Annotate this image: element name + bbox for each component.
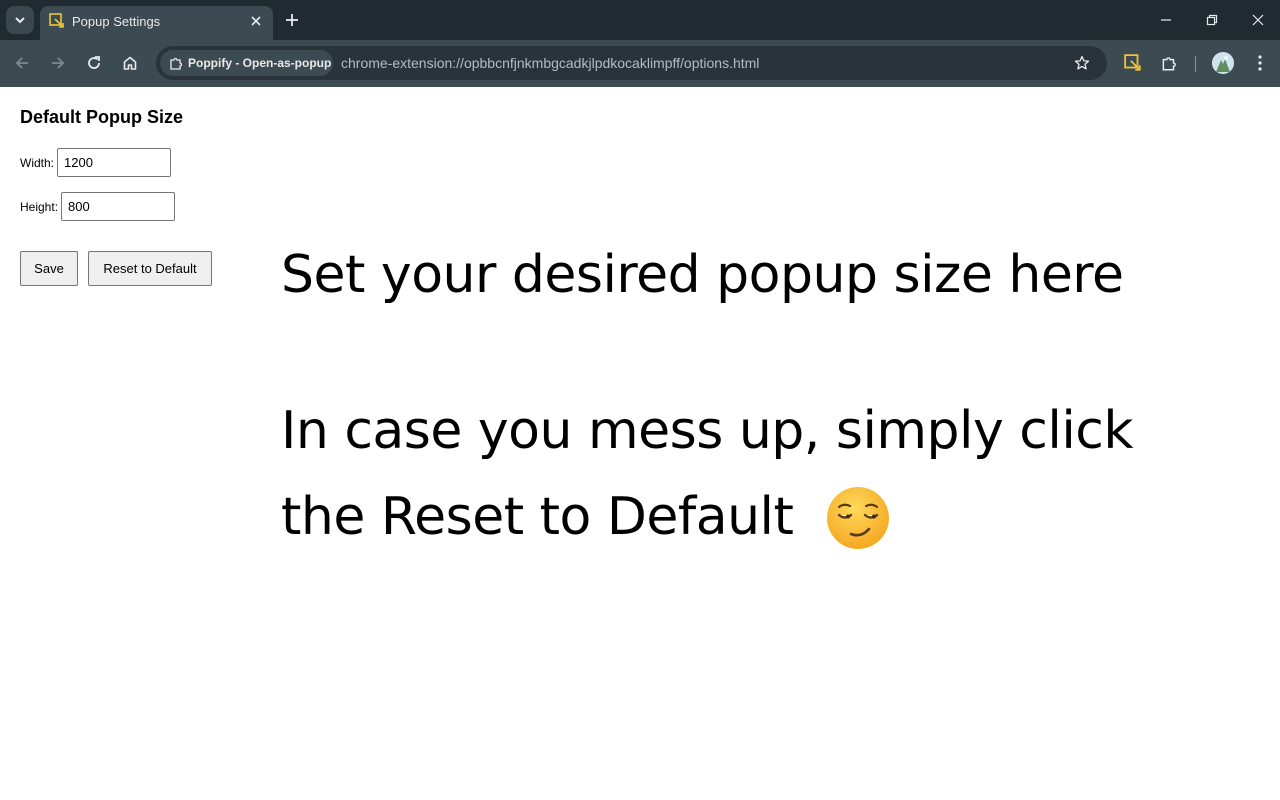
- page-title: Default Popup Size: [20, 107, 184, 127]
- width-input[interactable]: [57, 148, 172, 177]
- close-icon: [1252, 14, 1264, 26]
- forward-button[interactable]: [46, 51, 70, 75]
- poppify-extension-button[interactable]: [1121, 51, 1145, 75]
- reload-button[interactable]: [82, 51, 106, 75]
- url-text: chrome-extension://opbbcnfjnkmbgcadkjlpd…: [341, 55, 760, 71]
- puzzle-icon: [1162, 57, 1176, 71]
- reload-icon: [88, 56, 100, 69]
- height-row: Height:: [20, 192, 176, 221]
- save-button[interactable]: Save: [20, 251, 78, 286]
- tab-close-button[interactable]: [246, 11, 266, 31]
- home-button[interactable]: [118, 51, 142, 75]
- relieved-face-emoji-icon: [827, 487, 889, 549]
- minimize-button[interactable]: [1154, 8, 1178, 32]
- extension-chip[interactable]: Poppify - Open-as-popup: [160, 50, 333, 76]
- minimize-icon: [1161, 19, 1171, 21]
- plus-icon: [286, 14, 298, 26]
- bookmark-button[interactable]: [1070, 51, 1094, 75]
- extension-chip-label: Poppify - Open-as-popup: [188, 56, 332, 70]
- options-page: Default Popup Size Width: Height: Save R…: [0, 87, 1280, 800]
- window-close-button[interactable]: [1246, 8, 1270, 32]
- chevron-down-icon: [15, 17, 25, 24]
- height-label: Height:: [20, 199, 59, 214]
- active-tab[interactable]: Popup Settings: [40, 6, 273, 40]
- close-icon: [251, 16, 261, 26]
- instruction-line-3: the Reset to Default: [281, 487, 794, 547]
- reset-to-default-button[interactable]: Reset to Default: [88, 251, 212, 286]
- restore-button[interactable]: [1200, 8, 1224, 32]
- extension-favicon-icon: [49, 13, 64, 28]
- puzzle-icon: [170, 57, 183, 70]
- avatar-icon: [1212, 52, 1234, 74]
- browser-menu-button[interactable]: [1248, 51, 1272, 75]
- restore-icon: [1206, 14, 1218, 26]
- arrow-left-icon: [15, 57, 28, 69]
- tab-strip: Popup Settings: [0, 0, 1280, 40]
- star-icon: [1074, 55, 1090, 70]
- new-tab-button[interactable]: [280, 8, 304, 32]
- address-bar[interactable]: Poppify - Open-as-popup chrome-extension…: [156, 46, 1107, 80]
- profile-avatar[interactable]: [1212, 52, 1234, 74]
- toolbar-divider: [1195, 56, 1196, 72]
- arrow-right-icon: [52, 57, 65, 69]
- extensions-menu-button[interactable]: [1157, 51, 1181, 75]
- width-label: Width:: [20, 155, 55, 170]
- instruction-line-2: In case you mess up, simply click: [281, 401, 1134, 461]
- tab-search-button[interactable]: [6, 6, 34, 34]
- instruction-line-1: Set your desired popup size here: [281, 245, 1124, 305]
- home-icon: [123, 56, 137, 70]
- extension-favicon-icon: [1124, 54, 1141, 71]
- browser-toolbar: Poppify - Open-as-popup chrome-extension…: [0, 40, 1280, 87]
- tab-title: Popup Settings: [72, 14, 161, 29]
- more-vertical-icon: [1258, 55, 1262, 71]
- back-button[interactable]: [10, 51, 34, 75]
- height-input[interactable]: [61, 192, 176, 221]
- width-row: Width:: [20, 148, 172, 177]
